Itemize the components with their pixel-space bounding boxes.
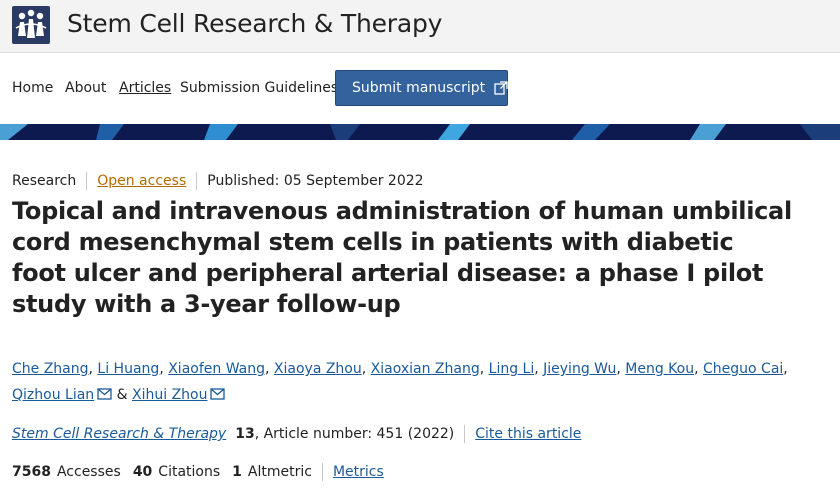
accesses-label: Accesses [56,464,121,480]
author-separator: , [534,361,539,377]
submit-manuscript-button[interactable]: Submit manuscript [335,70,508,106]
email-icon[interactable] [97,383,112,409]
divider [196,172,198,190]
divider [86,172,88,190]
submit-manuscript-label: Submit manuscript [352,80,486,96]
author-separator: , [616,361,621,377]
author-link[interactable]: Xiaofen Wang [168,361,265,377]
altmetric-count: 1 [232,464,242,480]
citation-info: Stem Cell Research & Therapy 13 , Articl… [12,425,581,443]
author-separator: , [783,361,788,377]
author-link[interactable]: Jieying Wu [543,361,616,377]
author-separator: , [694,361,699,377]
citations-label: Citations [158,464,221,480]
divider [321,463,323,481]
published-date: Published: 05 September 2022 [207,173,424,189]
article-title: Topical and intravenous administration o… [12,197,792,318]
author-link[interactable]: Cheguo Cai [703,361,783,377]
external-link-icon [493,80,509,96]
nav-articles[interactable]: Articles [119,80,171,96]
main-nav: Home About Articles Submission Guideline… [0,52,840,124]
author-separator: , [361,361,367,377]
citations-count: 40 [132,464,153,480]
author-link[interactable]: Qizhou Lian [12,387,94,403]
author-link[interactable]: Che Zhang [12,361,89,377]
author-list: Che Zhang, Li Huang, Xiaofen Wang, Xiaoy… [12,356,822,409]
journal-logo-icon[interactable] [12,6,50,44]
journal-link[interactable]: Stem Cell Research & Therapy [12,426,226,442]
author-separator: , [479,361,485,377]
altmetric-label: Altmetric [247,464,312,480]
author-link[interactable]: Meng Kou [625,361,694,377]
journal-header: Stem Cell Research & Therapy [0,0,840,52]
nav-home[interactable]: Home [12,80,53,96]
nav-about[interactable]: About [65,80,106,96]
author-link[interactable]: Xiaoya Zhou [274,361,362,377]
nav-submission-guidelines[interactable]: Submission Guidelines [180,80,338,96]
article-number: , Article number: 451 (2022) [254,426,455,442]
article-meta: Research Open access Published: 05 Septe… [12,172,424,190]
accesses-count: 7568 [12,464,51,480]
author-link[interactable]: Xihui Zhou [132,387,207,403]
author-separator: , [265,361,270,377]
decorative-banner [0,124,840,140]
author-link[interactable]: Li Huang [97,361,159,377]
open-access-link[interactable]: Open access [97,173,186,189]
volume: 13 [235,426,255,442]
author-separator: , [88,361,93,377]
divider [464,425,466,443]
author-link[interactable]: Ling Li [489,361,535,377]
author-link[interactable]: Xiaoxian Zhang [371,361,480,377]
cite-this-article-link[interactable]: Cite this article [475,426,581,442]
email-icon[interactable] [210,383,226,409]
author-separator-and: & [116,387,128,403]
metrics-bar: 7568 Accesses 40 Citations 1 Altmetric M… [12,463,384,481]
author-separator: , [159,361,164,377]
journal-title[interactable]: Stem Cell Research & Therapy [67,9,442,38]
article-type: Research [12,173,77,189]
metrics-link[interactable]: Metrics [333,464,384,480]
